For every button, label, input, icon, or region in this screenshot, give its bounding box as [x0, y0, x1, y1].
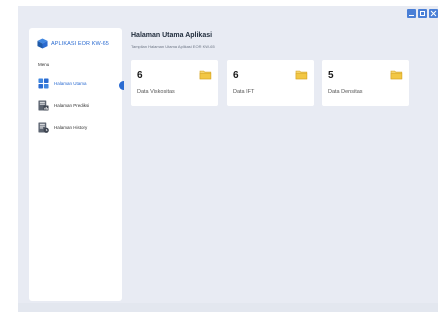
sidebar-item-label: Halaman History: [54, 125, 88, 130]
page-title: Halaman Utama Aplikasi: [131, 32, 213, 39]
close-icon[interactable]: [429, 9, 438, 18]
sidebar: APLIKASI EOR KW-65 Menu Halaman Utama Ha…: [29, 28, 122, 301]
maximize-icon[interactable]: [418, 9, 427, 18]
page-subtitle: Tampilan Halaman Utama Aplikasi EOR KW-6…: [131, 44, 215, 49]
sidebar-item-halaman-prediksi[interactable]: Halaman Prediksi: [38, 100, 89, 111]
stat-count: 6: [233, 70, 239, 81]
folder-icon: [199, 70, 212, 80]
sidebar-item-label: Halaman Utama: [54, 81, 87, 86]
stat-label: Data Viskositas: [137, 89, 175, 95]
folder-icon: [390, 70, 403, 80]
history-document-icon: [38, 122, 49, 133]
chart-document-icon: [38, 100, 49, 111]
folder-icon: [295, 70, 308, 80]
minimize-icon[interactable]: [407, 9, 416, 18]
stat-card-ift[interactable]: 6 Data IFT: [227, 60, 314, 106]
dashboard-icon: [38, 78, 49, 89]
menu-label: Menu: [38, 62, 50, 67]
stat-label: Data IFT: [233, 89, 255, 95]
stat-count: 6: [137, 70, 143, 81]
window-controls: [407, 9, 438, 18]
app-name: APLIKASI EOR KW-65: [51, 40, 109, 47]
cube-logo-icon: [37, 38, 48, 49]
sidebar-item-halaman-history[interactable]: Halaman History: [38, 122, 87, 133]
stat-card-densitas[interactable]: 5 Data Densitas: [322, 60, 409, 106]
stat-count: 5: [328, 70, 334, 81]
app-brand: APLIKASI EOR KW-65: [37, 38, 109, 49]
sidebar-item-halaman-utama[interactable]: Halaman Utama: [38, 78, 87, 89]
stat-card-viskositas[interactable]: 6 Data Viskositas: [131, 60, 218, 106]
stat-label: Data Densitas: [328, 89, 363, 95]
bottom-strip: [18, 303, 438, 312]
active-indicator: [119, 81, 124, 90]
app-window: APLIKASI EOR KW-65 Menu Halaman Utama Ha…: [0, 0, 438, 320]
sidebar-item-label: Halaman Prediksi: [54, 103, 90, 108]
